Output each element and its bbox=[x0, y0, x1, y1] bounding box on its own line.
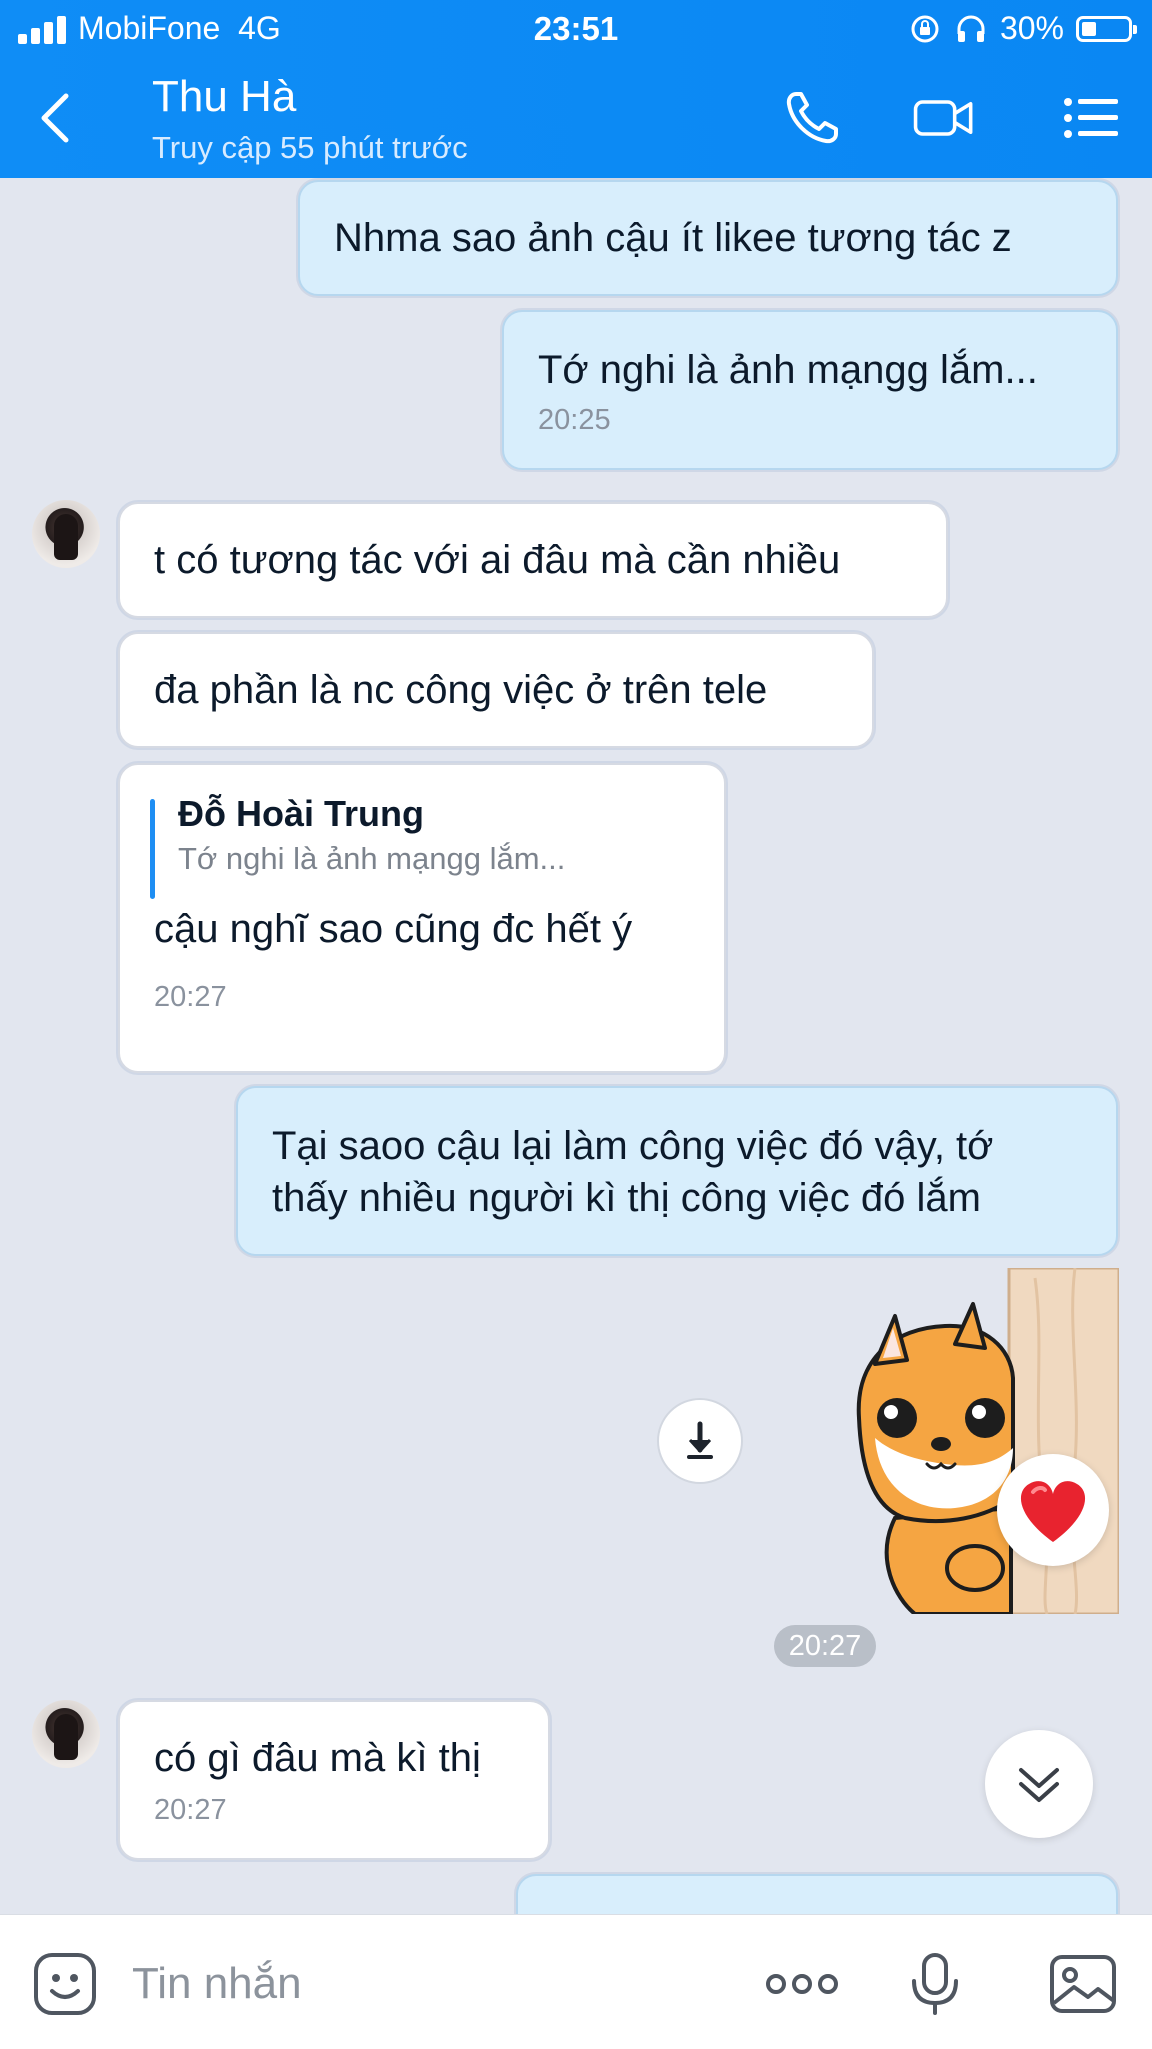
back-icon[interactable] bbox=[36, 90, 76, 146]
message-text: Tớ nghi là ảnh mạngg lắm... bbox=[538, 348, 1038, 392]
image-icon[interactable] bbox=[1048, 1951, 1118, 2017]
quote-text: Tớ nghi là ảnh mạngg lắm... bbox=[178, 841, 566, 876]
rotation-lock-icon bbox=[911, 15, 939, 42]
download-button[interactable] bbox=[657, 1398, 743, 1484]
contact-name[interactable]: Thu Hà bbox=[152, 72, 296, 122]
contact-status: Truy cập 55 phút trước bbox=[152, 130, 468, 165]
more-icon[interactable] bbox=[762, 1951, 842, 2017]
message-input[interactable]: Tin nhắn bbox=[132, 1959, 302, 2009]
message-text-line: Tại saoo cậu lại làm công việc đó vậy, t… bbox=[272, 1124, 994, 1168]
message-bubble-received[interactable]: t có tương tác với ai đâu mà cần nhiều bbox=[118, 502, 948, 618]
headphones-icon bbox=[957, 15, 985, 42]
download-icon bbox=[687, 1421, 713, 1459]
reaction-button[interactable] bbox=[997, 1454, 1109, 1566]
message-text: cậu nghĩ sao cũng đc hết ý bbox=[154, 907, 633, 951]
status-bar: MobiFone 4G 23:51 30% bbox=[0, 0, 1152, 58]
message-bubble-sent[interactable]: Nhma sao ảnh cậu ít likee tương tác z bbox=[298, 180, 1118, 296]
menu-list-icon[interactable] bbox=[1060, 88, 1124, 148]
message-text: Nhma sao ảnh cậu ít likee tương tác z bbox=[334, 216, 1012, 260]
battery-percent: 30% bbox=[999, 10, 1064, 46]
message-bubble-sent[interactable]: Tớ nghi là ảnh mạngg lắm... 20:25 bbox=[502, 310, 1118, 470]
avatar[interactable] bbox=[32, 500, 100, 568]
message-text-line: thấy nhiều người kì thị công việc đó lắm bbox=[272, 1176, 981, 1220]
message-bubble-received[interactable]: đa phần là nc công việc ở trên tele bbox=[118, 632, 874, 748]
battery-icon bbox=[1076, 15, 1137, 42]
message-time-badge: 20:27 bbox=[774, 1625, 876, 1667]
message-bubble-received-reply[interactable]: Đỗ Hoài Trung Tớ nghi là ảnh mạngg lắm..… bbox=[118, 763, 726, 1073]
microphone-icon[interactable] bbox=[902, 1951, 968, 2017]
status-right: 30% bbox=[908, 10, 1137, 47]
chat-header: MobiFone 4G 23:51 30% Thu Hà Truy cập 55… bbox=[0, 0, 1152, 178]
quoted-message[interactable]: Đỗ Hoài Trung Tớ nghi là ảnh mạngg lắm..… bbox=[154, 791, 690, 881]
message-text: đa phần là nc công việc ở trên tele bbox=[154, 668, 768, 712]
video-call-icon[interactable] bbox=[912, 88, 976, 148]
message-time: 20:27 bbox=[154, 981, 227, 1013]
message-bubble-sent[interactable]: Tại saoo cậu lại làm công việc đó vậy, t… bbox=[236, 1086, 1118, 1256]
heart-icon bbox=[1020, 1481, 1086, 1542]
message-input-bar: Tin nhắn bbox=[0, 1914, 1152, 2049]
message-time: 20:25 bbox=[538, 404, 611, 436]
double-chevron-down-icon bbox=[1019, 1768, 1059, 1802]
quote-indicator bbox=[150, 799, 155, 899]
message-text: t có tương tác với ai đâu mà cần nhiều bbox=[154, 538, 841, 582]
message-time: 20:27 bbox=[154, 1794, 227, 1826]
avatar[interactable] bbox=[32, 1700, 100, 1768]
message-text: có gì đâu mà kì thị bbox=[154, 1736, 481, 1780]
message-bubble-received[interactable]: có gì đâu mà kì thị 20:27 bbox=[118, 1700, 550, 1860]
quote-author: Đỗ Hoài Trung bbox=[178, 793, 424, 834]
emoji-icon[interactable] bbox=[32, 1951, 98, 2017]
scroll-to-bottom-button[interactable] bbox=[985, 1730, 1093, 1838]
phone-icon[interactable] bbox=[782, 88, 846, 148]
